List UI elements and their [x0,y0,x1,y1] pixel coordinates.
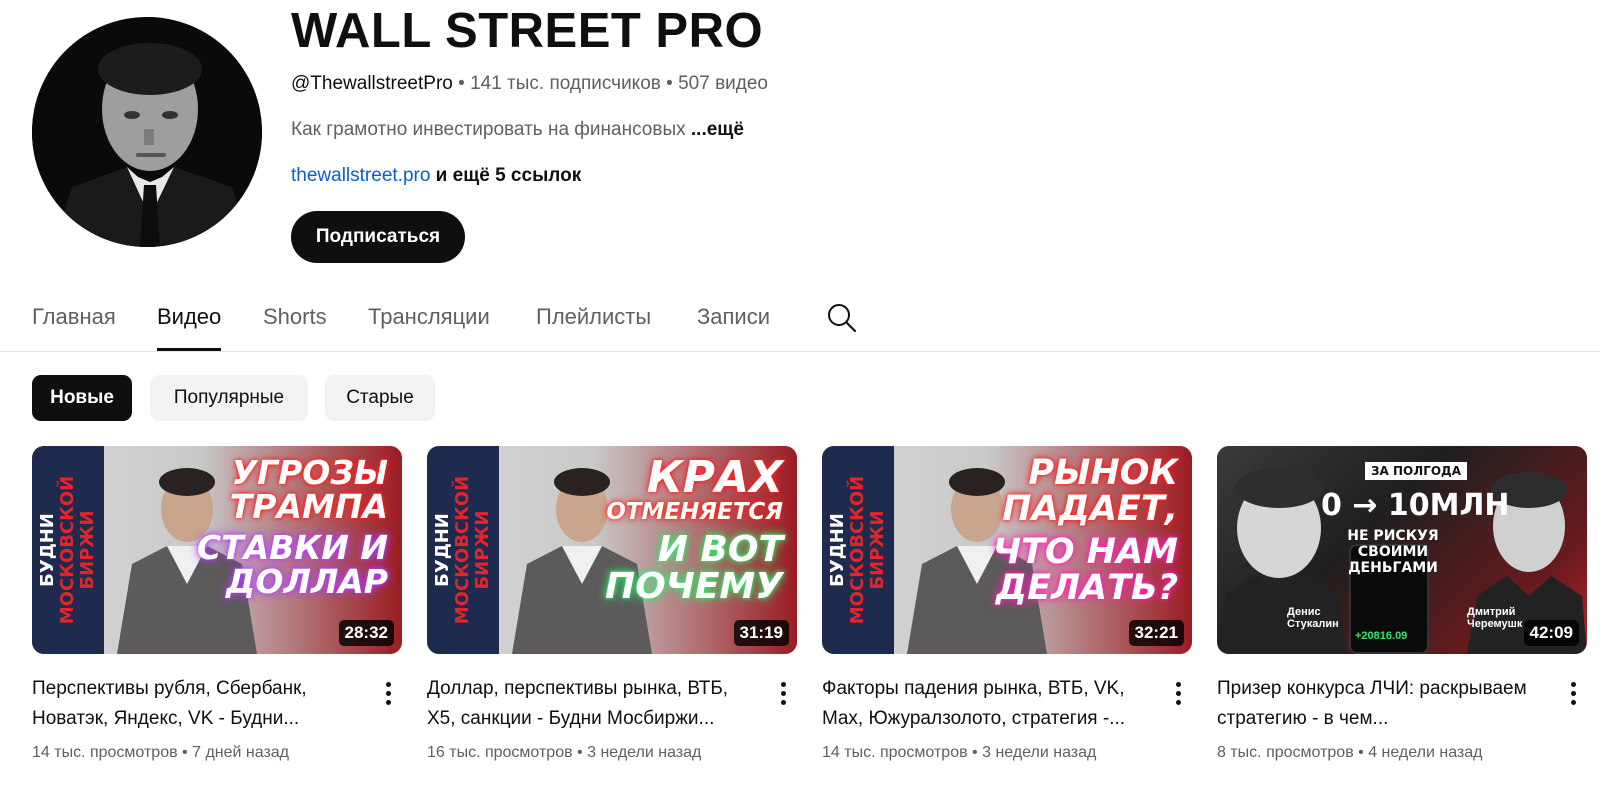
tab-posts[interactable]: Записи [697,304,770,348]
video-thumbnail[interactable]: БУДНИ МОСКОВСКОЙ БИРЖИ УГРОЗЫ ТРАМПА СТАВК… [32,446,402,654]
thumb-badge: ЗА ПОЛГОДА [1365,462,1468,480]
channel-avatar [32,17,262,247]
meta-separator: • [660,73,679,94]
video-card[interactable]: БУДНИ МОСКОВСКОЙ БИРЖИ КРАХ ОТМЕНЯЕТСЯ И В… [427,446,797,762]
thumb-host-name: Дмитрий Черемушк [1467,606,1523,631]
video-card[interactable]: БУДНИ МОСКОВСКОЙ БИРЖИ УГРОЗЫ ТРАМПА СТАВК… [32,446,402,762]
video-meta: 8 тыс. просмотров • 4 недели назад [1217,744,1483,761]
video-age: 4 недели назад [1368,744,1483,761]
tab-live[interactable]: Трансляции [368,304,490,348]
more-options-icon[interactable] [771,678,795,710]
avatar-portrait [32,17,262,247]
video-duration: 42:09 [1523,620,1579,646]
meta-separator: • [452,73,471,94]
video-meta: 16 тыс. просмотров • 3 недели назад [427,744,702,761]
video-title[interactable]: Факторы падения рынка, ВТБ, VK, Max, Южу… [822,674,1142,734]
video-meta: 14 тыс. просмотров • 7 дней назад [32,744,290,761]
video-views: 16 тыс. просмотров [427,744,573,761]
video-duration: 31:19 [733,620,789,646]
thumb-series-label: БУДНИ МОСКОВСКОЙ БИРЖИ [827,475,888,625]
channel-tabs: Главная Видео Shorts Трансляции Плейлист… [0,290,1600,352]
video-thumbnail[interactable]: БУДНИ МОСКОВСКОЙ БИРЖИ КРАХ ОТМЕНЯЕТСЯ И В… [427,446,797,654]
video-duration: 28:32 [338,620,394,646]
video-card[interactable]: БУДНИ МОСКОВСКОЙ БИРЖИ РЫНОК ПАДАЕТ, ЧТО Н… [822,446,1192,762]
chip-oldest[interactable]: Старые [325,375,435,421]
chip-newest[interactable]: Новые [32,375,132,421]
video-views: 14 тыс. просмотров [822,744,968,761]
subscribe-button[interactable]: Подписаться [291,211,465,263]
video-count: 507 видео [678,73,769,94]
description-more-link[interactable]: ...ещё [691,119,744,140]
video-meta: 14 тыс. просмотров • 3 недели назад [822,744,1097,761]
thumb-headline: КРАХ ОТМЕНЯЕТСЯ И ВОТ ПОЧЕМУ [605,452,783,608]
video-views: 8 тыс. просмотров [1217,744,1354,761]
video-age: 3 недели назад [587,744,702,761]
thumb-series-label: БУДНИ МОСКОВСКОЙ БИРЖИ [432,475,493,625]
video-title[interactable]: Перспективы рубля, Сбербанк, Новатэк, Ян… [32,674,352,734]
video-age: 3 недели назад [982,744,1097,761]
thumb-headline: 0 → 10МЛН [1321,488,1510,523]
channel-handle: @ThewallstreetPro [291,73,453,94]
search-icon[interactable] [826,302,858,334]
video-age: 7 дней назад [192,744,290,761]
subscriber-count: 141 тыс. подписчиков [470,73,661,94]
tab-playlists[interactable]: Плейлисты [536,304,651,348]
more-options-icon[interactable] [1166,678,1190,710]
video-duration: 32:21 [1128,620,1184,646]
channel-website-link[interactable]: thewallstreet.pro [291,165,430,186]
thumb-series-label: БУДНИ МОСКОВСКОЙ БИРЖИ [37,475,98,625]
video-thumbnail[interactable]: БУДНИ МОСКОВСКОЙ БИРЖИ РЫНОК ПАДАЕТ, ЧТО Н… [822,446,1192,654]
thumb-headline: РЫНОК ПАДАЕТ, ЧТО НАМ ДЕЛАТЬ? [992,453,1178,609]
video-thumbnail[interactable]: +20816.09 ЗА ПОЛГОДА 0 → 10МЛН НЕ РИСКУЯ… [1217,446,1587,654]
channel-name: WALL STREET PRO [291,4,764,58]
chip-popular[interactable]: Популярные [150,375,308,421]
video-title[interactable]: Доллар, перспективы рынка, ВТБ, X5, санк… [427,674,747,734]
channel-description[interactable]: Как грамотно инвестировать на финансовых… [291,118,744,142]
channel-meta: @ThewallstreetPro • 141 тыс. подписчиков… [291,72,768,96]
more-options-icon[interactable] [1561,678,1585,710]
video-title[interactable]: Призер конкурса ЛЧИ: раскрываем стратеги… [1217,674,1537,734]
video-views: 14 тыс. просмотров [32,744,178,761]
tab-videos[interactable]: Видео [157,304,222,351]
tab-home[interactable]: Главная [32,304,116,348]
thumb-subheadline: НЕ РИСКУЯ СВОИМИ ДЕНЬГАМИ [1347,528,1439,577]
tab-shorts[interactable]: Shorts [263,304,327,348]
thumb-guest-name: Денис Стукалин [1287,606,1339,631]
description-text: Как грамотно инвестировать на финансовых [291,119,691,140]
channel-links: thewallstreet.pro и ещё 5 ссылок [291,164,581,188]
video-card[interactable]: +20816.09 ЗА ПОЛГОДА 0 → 10МЛН НЕ РИСКУЯ… [1217,446,1587,762]
thumb-headline: УГРОЗЫ ТРАМПА СТАВКИ И ДОЛЛАР [196,453,388,601]
more-options-icon[interactable] [376,678,400,710]
more-links-button[interactable]: и ещё 5 ссылок [430,165,582,186]
